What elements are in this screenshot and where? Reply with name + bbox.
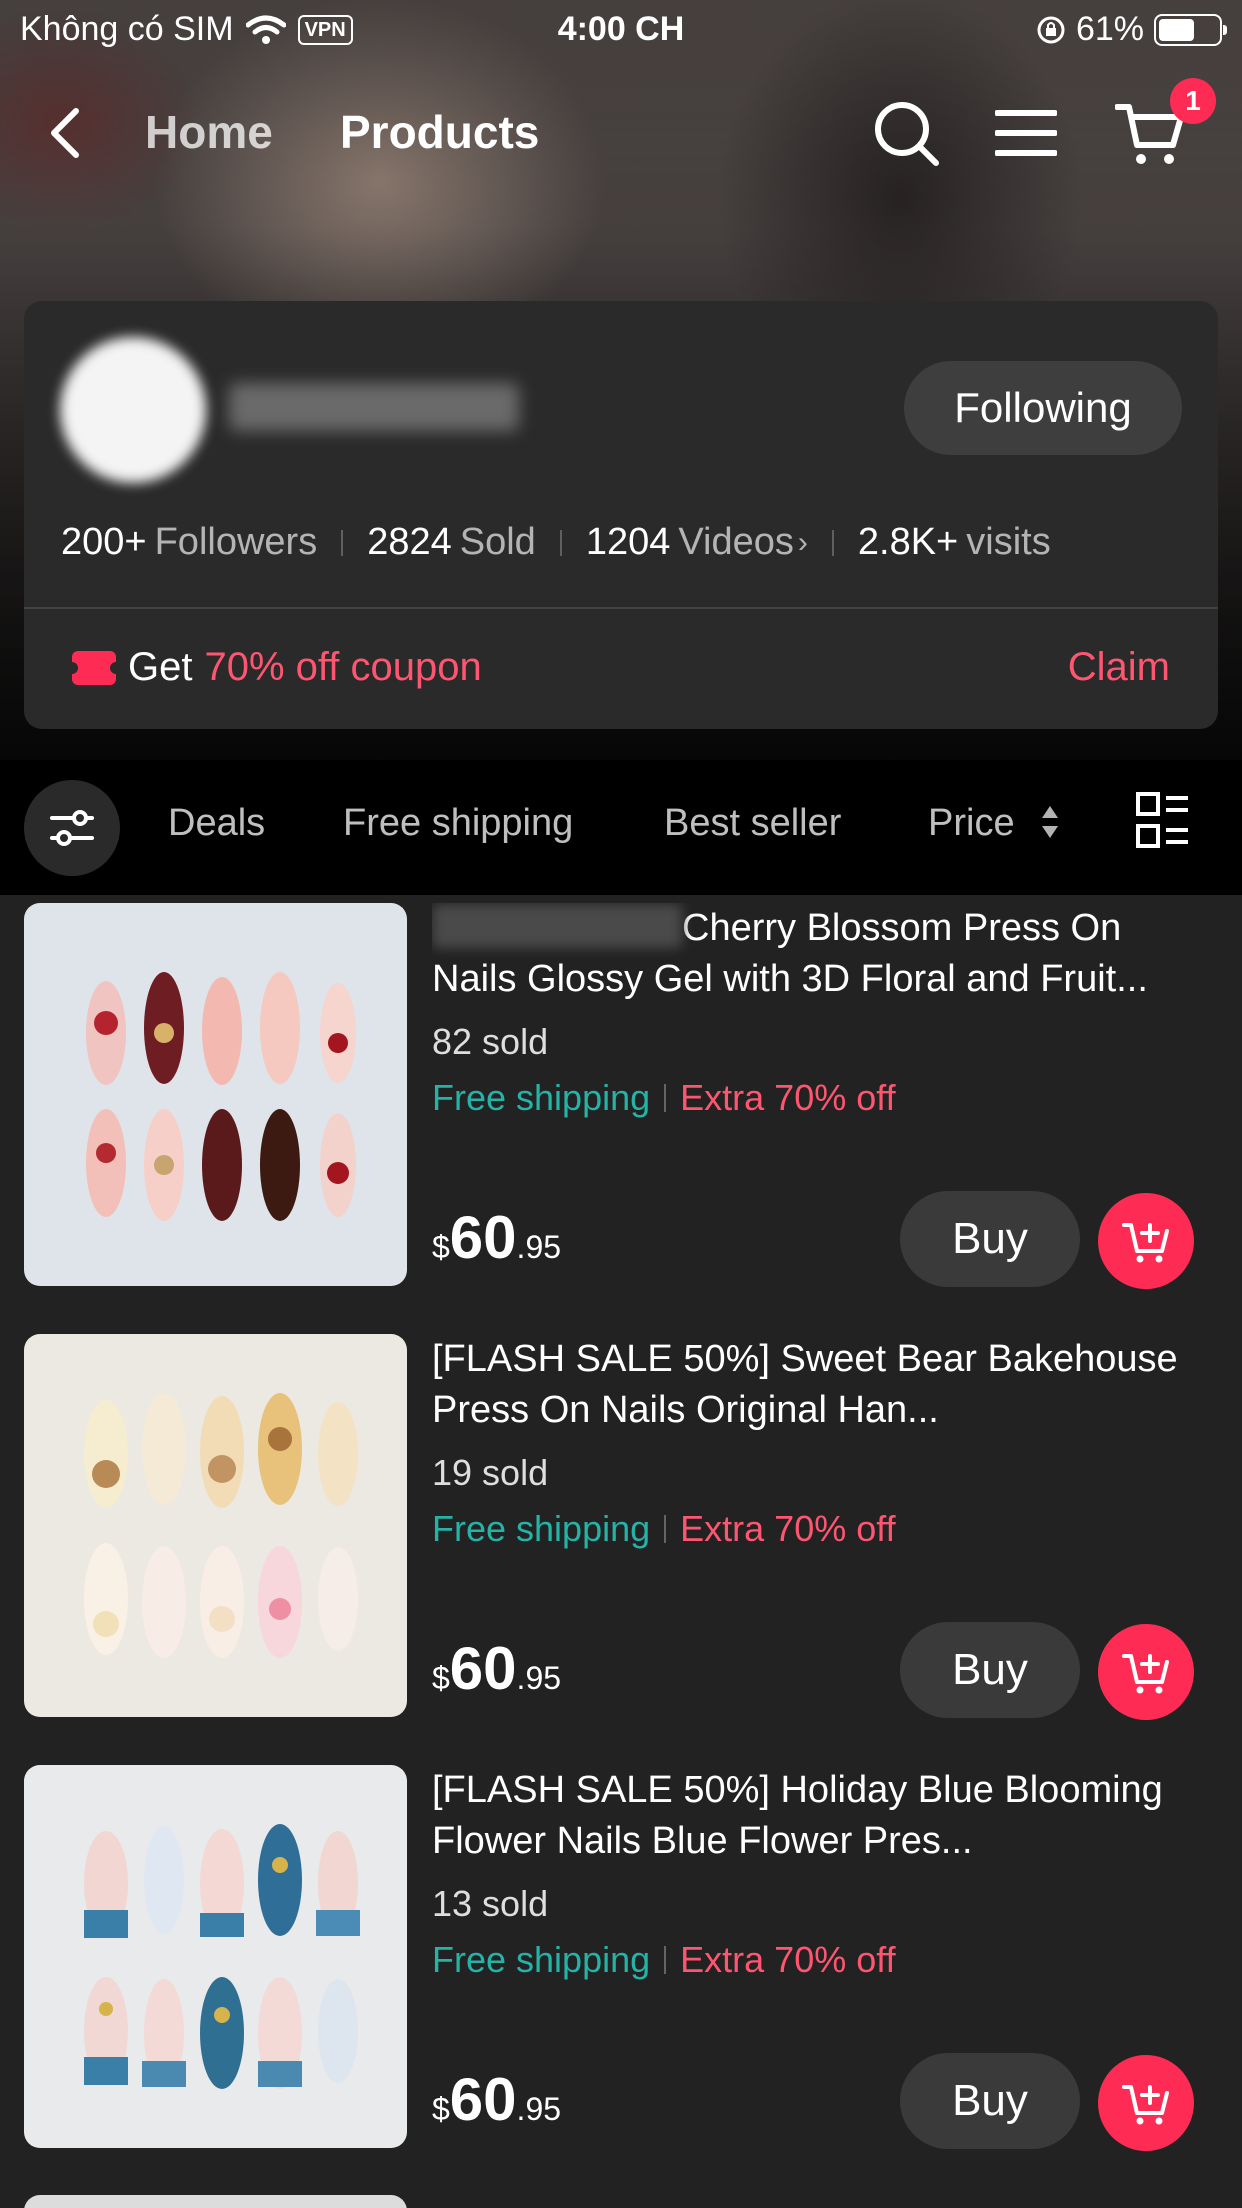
nail-set-image: [24, 1765, 407, 2148]
discount-tag: Extra 70% off: [680, 1077, 896, 1118]
add-to-cart-button[interactable]: [1098, 2055, 1194, 2151]
followers-count: 200+: [61, 521, 147, 563]
add-to-cart-button[interactable]: [1098, 1624, 1194, 1720]
coupon-banner[interactable]: Get 70% off coupon: [66, 645, 482, 690]
videos-label[interactable]: Videos: [678, 521, 794, 564]
following-button[interactable]: Following: [904, 361, 1182, 455]
free-shipping-tag: Free shipping: [432, 1508, 651, 1549]
price-decimal: .95: [516, 2091, 562, 2127]
tab-products[interactable]: Products: [340, 105, 539, 159]
tag-divider: [664, 1515, 667, 1543]
chevron-right-icon[interactable]: ›: [798, 526, 808, 560]
free-shipping-tag: Free shipping: [432, 1939, 651, 1980]
card-divider: [24, 607, 1218, 609]
stat-divider: [341, 529, 344, 556]
product-price: $ 60 .95: [432, 1634, 561, 1703]
back-arrow-icon[interactable]: [40, 103, 100, 163]
top-navigation: Home Products: [0, 95, 1242, 175]
add-to-cart-button[interactable]: [1098, 1193, 1194, 1289]
stat-divider: [831, 529, 834, 556]
price-integer: 60: [449, 2066, 517, 2133]
product-title[interactable]: Cherry Blossom Press On Nails Glossy Gel…: [432, 903, 1202, 1005]
price-currency: $: [432, 1660, 450, 1696]
promo-tags: Free shipping Extra 70% off: [432, 1077, 896, 1119]
filter-best-seller[interactable]: Best seller: [664, 802, 841, 845]
sold-label: Sold: [459, 521, 536, 563]
tag-divider: [664, 1084, 667, 1112]
buy-button[interactable]: Buy: [900, 2053, 1080, 2149]
sold-count: 19 sold: [432, 1452, 549, 1493]
free-shipping-tag: Free shipping: [432, 1077, 651, 1118]
price-currency: $: [432, 1229, 450, 1265]
search-icon[interactable]: [872, 99, 942, 169]
product-image[interactable]: [24, 1765, 407, 2148]
tag-divider: [664, 1946, 667, 1974]
cart-count-badge: 1: [1170, 78, 1216, 124]
buy-button[interactable]: Buy: [900, 1191, 1080, 1287]
visits-label: visits: [966, 521, 1051, 563]
orientation-lock-icon: [1037, 16, 1065, 43]
add-cart-icon: [1122, 1223, 1169, 1263]
sliders-icon: [50, 810, 94, 846]
add-cart-icon: [1122, 1654, 1169, 1694]
product-image[interactable]: [24, 903, 407, 1286]
promo-tags: Free shipping Extra 70% off: [432, 1508, 896, 1550]
filter-settings-button[interactable]: [24, 780, 120, 876]
battery-icon: [1154, 13, 1227, 46]
coupon-ticket-icon: [66, 650, 122, 685]
sold-count: 2824: [367, 521, 452, 563]
price-decimal: .95: [516, 1660, 562, 1696]
product-card[interactable]: Cherry Blossom Press On Nails Glossy Gel…: [0, 895, 1242, 1295]
buy-button[interactable]: Buy: [900, 1622, 1080, 1718]
add-cart-icon: [1122, 2085, 1169, 2125]
shop-name-redacted: [229, 383, 519, 431]
claim-coupon-button[interactable]: Claim: [1068, 645, 1170, 690]
status-bar: Không có SIM VPN 4:00 CH 61%: [0, 0, 1242, 62]
promo-tags: Free shipping Extra 70% off: [432, 1939, 896, 1981]
nail-set-image: [24, 903, 407, 1286]
battery-fill: [1159, 18, 1194, 41]
discount-tag: Extra 70% off: [680, 1508, 896, 1549]
brand-name-redacted: [432, 904, 682, 948]
product-card[interactable]: [FLASH SALE 50%] Holiday Blue Blooming F…: [0, 1757, 1242, 2157]
filter-bar: Deals Free shipping Best seller Price: [0, 760, 1242, 895]
filter-price[interactable]: Price: [928, 802, 1015, 845]
product-card-partial[interactable]: [24, 2195, 407, 2208]
price-integer: 60: [449, 1635, 517, 1702]
product-image[interactable]: [24, 1334, 407, 1717]
coupon-get-text: Get: [128, 645, 193, 689]
shop-avatar[interactable]: [60, 337, 206, 483]
price-integer: 60: [449, 1204, 517, 1271]
shop-stats: 200+ Followers 2824 Sold 1204 Videos › 2…: [61, 521, 1051, 564]
coupon-offer-text: 70% off coupon: [204, 645, 482, 689]
battery-percent: 61%: [1075, 10, 1144, 48]
filter-deals[interactable]: Deals: [168, 802, 265, 845]
discount-tag: Extra 70% off: [680, 1939, 896, 1980]
price-currency: $: [432, 2091, 450, 2127]
stat-divider: [559, 529, 562, 556]
product-title[interactable]: [FLASH SALE 50%] Holiday Blue Blooming F…: [432, 1765, 1202, 1867]
product-card[interactable]: [FLASH SALE 50%] Sweet Bear Bakehouse Pr…: [0, 1326, 1242, 1726]
sold-count: 13 sold: [432, 1883, 549, 1924]
product-title[interactable]: [FLASH SALE 50%] Sweet Bear Bakehouse Pr…: [432, 1334, 1202, 1436]
shop-info-card: Following 200+ Followers 2824 Sold 1204 …: [24, 301, 1218, 729]
followers-label: Followers: [154, 521, 318, 563]
price-decimal: .95: [516, 1229, 562, 1265]
sort-arrows-icon[interactable]: [1040, 802, 1060, 842]
nail-set-image: [24, 1334, 407, 1717]
menu-icon[interactable]: [995, 105, 1057, 161]
videos-count[interactable]: 1204: [586, 521, 671, 564]
filter-free-shipping[interactable]: Free shipping: [343, 802, 573, 845]
list-view-toggle-icon[interactable]: [1136, 790, 1190, 850]
product-list: Cherry Blossom Press On Nails Glossy Gel…: [0, 895, 1242, 2208]
tab-home[interactable]: Home: [145, 105, 273, 159]
product-price: $ 60 .95: [432, 2065, 561, 2134]
visits-count: 2.8K+: [857, 521, 959, 563]
product-price: $ 60 .95: [432, 1203, 561, 1272]
sold-count: 82 sold: [432, 1021, 549, 1062]
